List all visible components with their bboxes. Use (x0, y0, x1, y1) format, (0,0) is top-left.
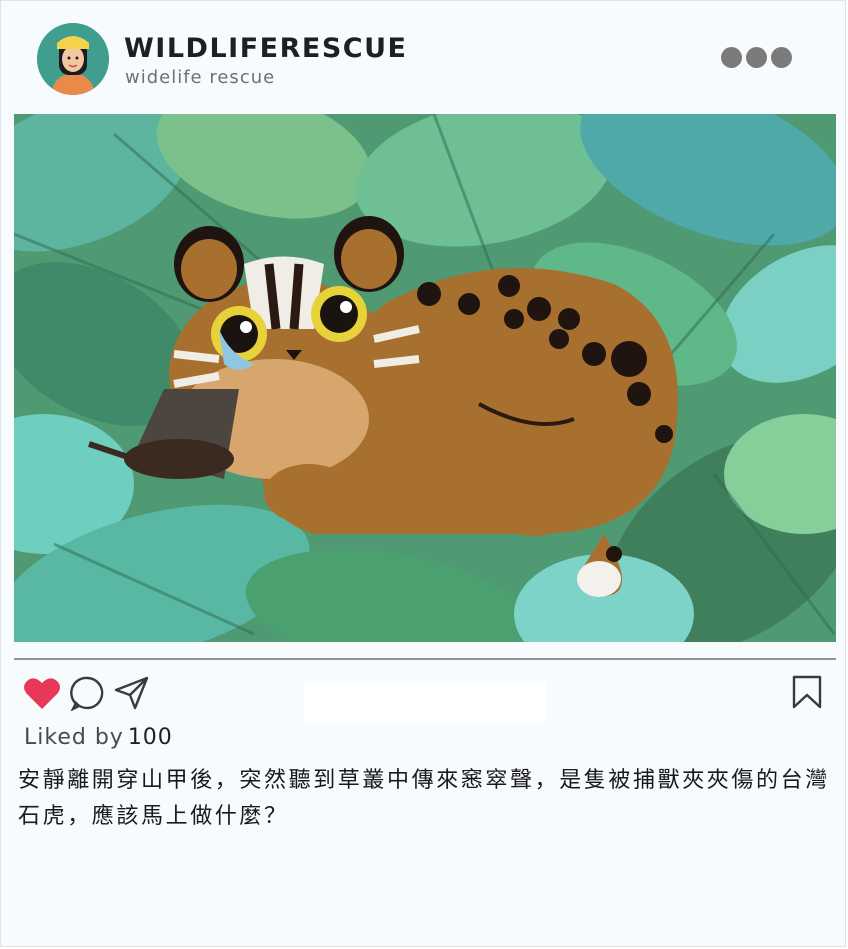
account-name[interactable]: WILDLIFERESCUE (124, 33, 407, 64)
likes-prefix: Liked by (24, 725, 124, 750)
likes-count[interactable]: Liked by 100 (24, 725, 173, 750)
more-dots-icon (721, 47, 742, 68)
blank-area (304, 681, 546, 723)
likes-number: 100 (127, 725, 173, 750)
account-handle: widelife rescue (125, 67, 276, 88)
bookmark-icon[interactable] (791, 675, 823, 713)
share-icon[interactable] (113, 675, 151, 715)
avatar[interactable] (37, 23, 109, 95)
post-caption: 安靜離開穿山甲後，突然聽到草叢中傳來窸窣聲，是隻被捕獸夾夾傷的台灣石虎，應該馬上… (18, 768, 830, 829)
comment-icon[interactable] (69, 675, 107, 715)
more-dots-icon (746, 47, 767, 68)
post-image[interactable] (14, 114, 836, 642)
divider (14, 658, 836, 660)
more-options-button[interactable] (721, 47, 792, 68)
heart-icon[interactable] (23, 675, 61, 715)
more-dots-icon (771, 47, 792, 68)
post-card: WILDLIFERESCUE widelife rescue Liked by … (0, 0, 846, 947)
